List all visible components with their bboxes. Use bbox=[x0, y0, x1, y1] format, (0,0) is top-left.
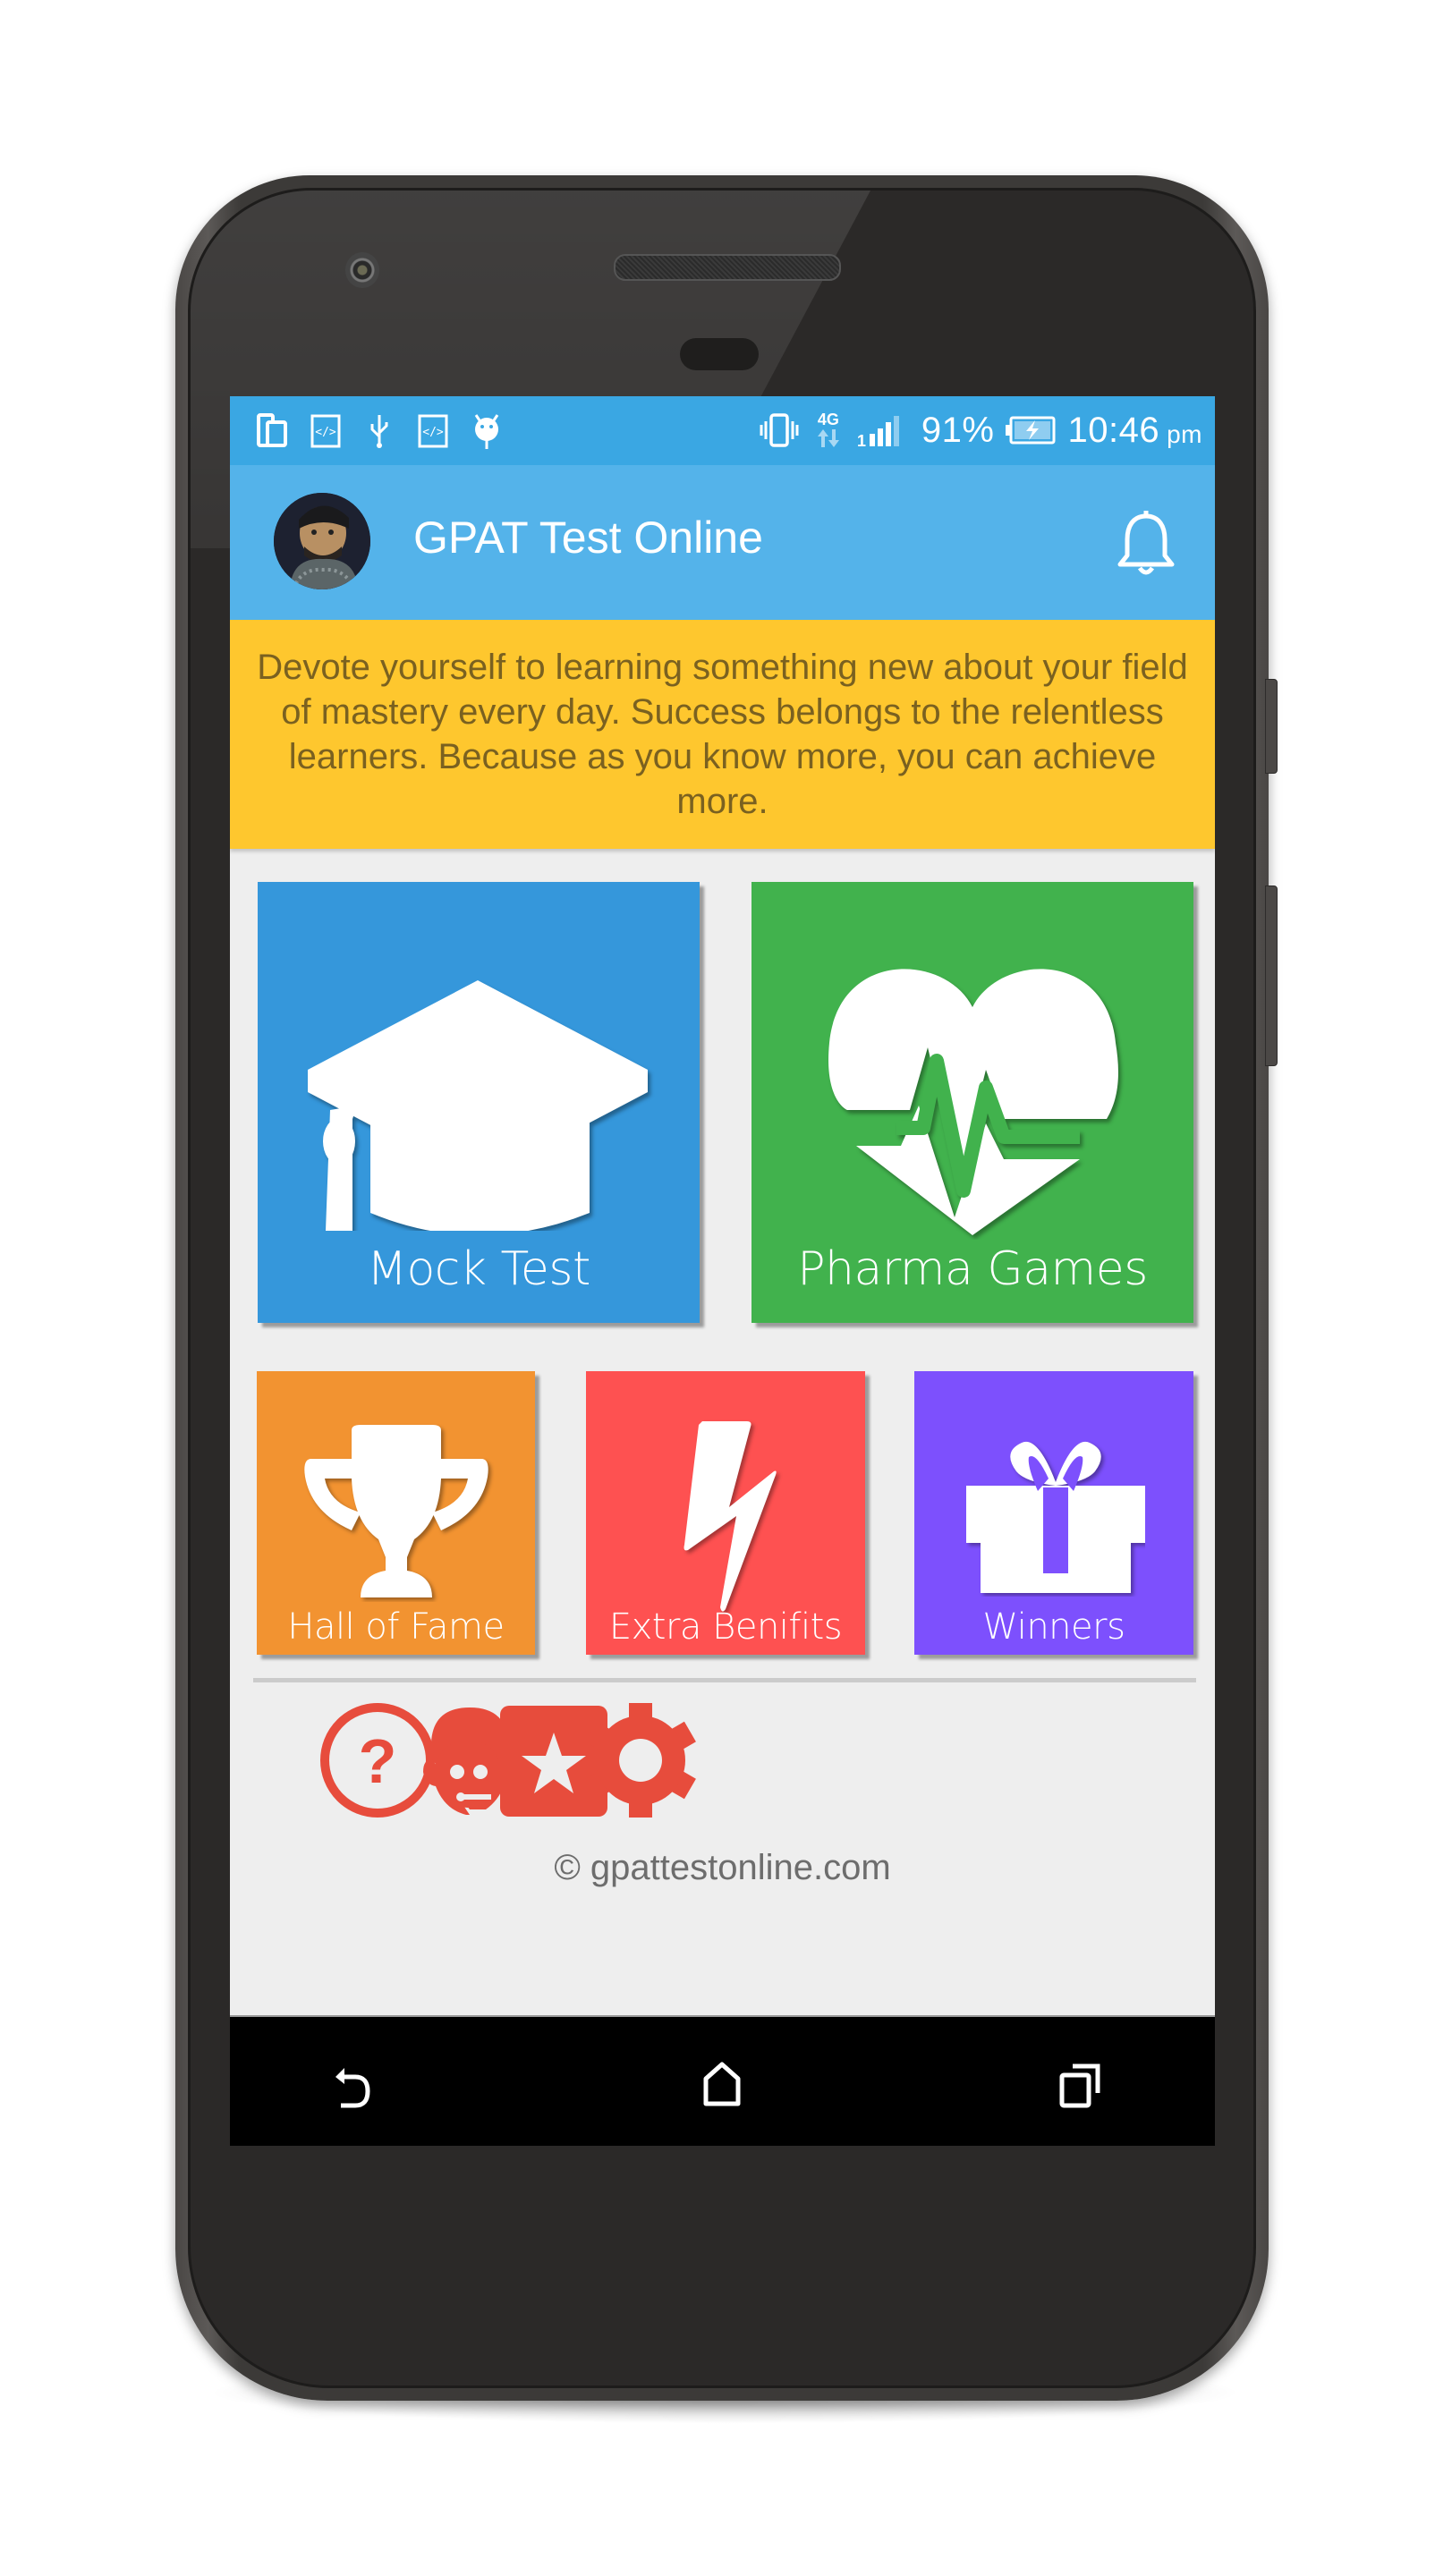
4g-data-icon: 4G bbox=[811, 408, 846, 453]
gift-icon bbox=[966, 1441, 1145, 1593]
app-title: GPAT Test Online bbox=[413, 513, 763, 563]
phone-screen: </> </> 4G 1 91% 10:46 pm GPAT Test Onli… bbox=[230, 396, 1215, 2146]
bell-icon[interactable] bbox=[1115, 507, 1177, 579]
usb-icon bbox=[364, 413, 395, 449]
signal-icon: 1 bbox=[857, 412, 911, 448]
clock-time: 10:46 bbox=[1067, 410, 1160, 450]
proximity-sensor bbox=[680, 338, 759, 370]
screen-mirror-icon bbox=[257, 413, 287, 449]
battery-charging-icon bbox=[1005, 412, 1057, 448]
extra-benefits-tile[interactable]: Extra Benifits bbox=[586, 1371, 865, 1655]
phone-side-button-lower bbox=[1265, 886, 1278, 1066]
divider bbox=[253, 1678, 1196, 1682]
clock-ampm: pm bbox=[1167, 420, 1202, 448]
front-camera bbox=[345, 252, 379, 288]
earpiece-speaker bbox=[614, 254, 841, 281]
svg-text:1: 1 bbox=[857, 432, 866, 448]
heartbeat-icon bbox=[828, 969, 1118, 1235]
winners-tile[interactable]: Winners bbox=[914, 1371, 1193, 1655]
code-icon: </> bbox=[418, 413, 448, 449]
svg-text:</>: </> bbox=[422, 426, 444, 439]
copyright-text: © gpattestonline.com bbox=[554, 1848, 891, 1887]
tile-label: Winners bbox=[982, 1606, 1125, 1648]
app-bar: GPAT Test Online bbox=[230, 465, 1215, 620]
android-debug-icon bbox=[471, 413, 502, 449]
tile-label: Extra Benifits bbox=[608, 1606, 843, 1648]
quote-banner: Devote yourself to learning something ne… bbox=[230, 620, 1215, 849]
status-bar: </> </> 4G 1 91% 10:46 pm bbox=[230, 396, 1215, 465]
user-avatar[interactable] bbox=[274, 493, 370, 589]
mock-test-tile[interactable]: Mock Test bbox=[258, 882, 700, 1323]
lightning-icon bbox=[684, 1421, 777, 1612]
tile-label: Hall of Fame bbox=[287, 1606, 505, 1648]
battery-percent: 91% bbox=[921, 410, 995, 450]
gear-icon[interactable] bbox=[581, 1700, 701, 1821]
tile-label: Mock Test bbox=[367, 1242, 590, 1296]
back-icon[interactable] bbox=[330, 2057, 384, 2111]
tile-label: Pharma Games bbox=[797, 1242, 1148, 1296]
pharma-games-tile[interactable]: Pharma Games bbox=[751, 882, 1193, 1323]
graduation-cap-icon bbox=[308, 980, 648, 1231]
recents-icon[interactable] bbox=[1053, 2057, 1107, 2111]
home-icon[interactable] bbox=[695, 2057, 749, 2111]
svg-text:?: ? bbox=[359, 1726, 397, 1796]
svg-text:</>: </> bbox=[315, 426, 336, 439]
quote-text: Devote yourself to learning something ne… bbox=[257, 648, 1188, 821]
code-icon: </> bbox=[310, 413, 341, 449]
utility-icon-row: ? bbox=[230, 1700, 1215, 1821]
navigation-bar bbox=[230, 2015, 1215, 2146]
vibrate-icon bbox=[759, 412, 800, 448]
hall-of-fame-tile[interactable]: Hall of Fame bbox=[257, 1371, 535, 1655]
phone-side-button-upper bbox=[1265, 679, 1278, 774]
trophy-icon bbox=[304, 1425, 488, 1597]
